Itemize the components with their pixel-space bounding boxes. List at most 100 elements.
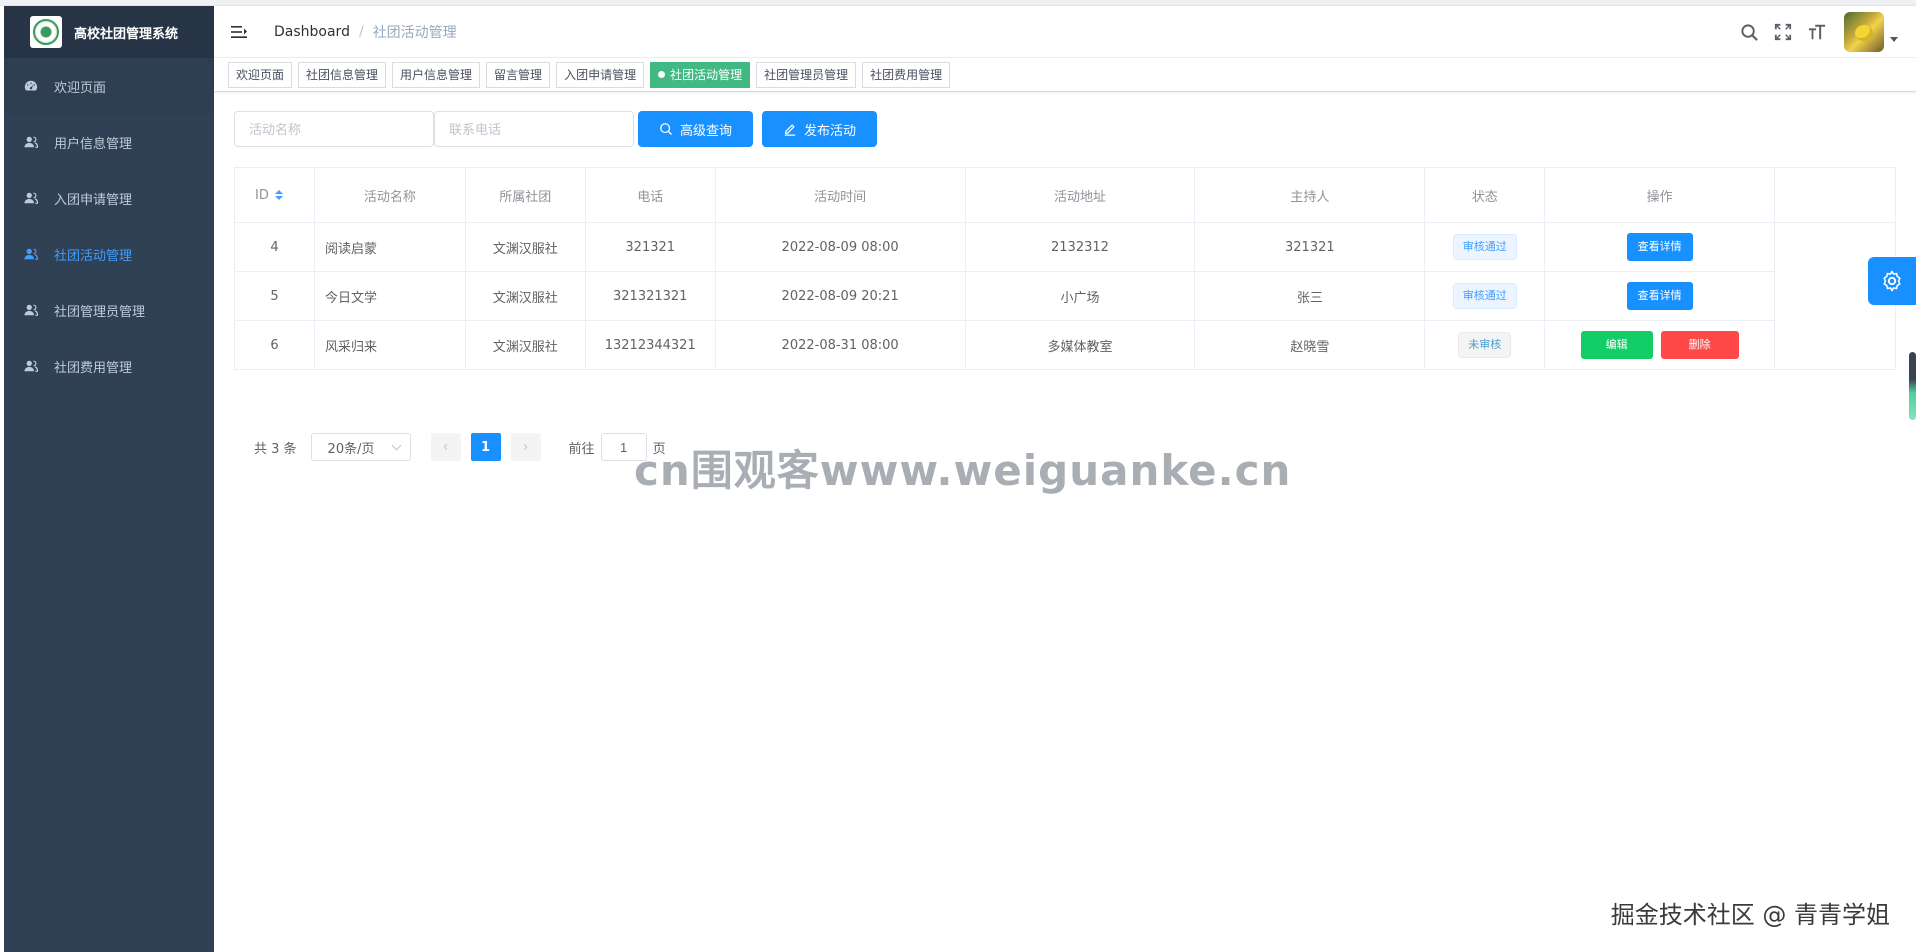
goto-page-input[interactable] bbox=[600, 433, 647, 461]
next-page-button[interactable]: › bbox=[510, 433, 541, 461]
cell-name: 阅读启蒙 bbox=[313, 222, 466, 272]
tag-fees[interactable]: 社团费用管理 bbox=[862, 61, 951, 88]
user-icon bbox=[24, 135, 38, 149]
column-header-status: 状态 bbox=[1424, 167, 1546, 223]
column-header-host: 主持人 bbox=[1194, 167, 1426, 223]
tag-welcome[interactable]: 欢迎页面 bbox=[228, 61, 293, 88]
dashboard-icon bbox=[24, 79, 38, 93]
navbar: Dashboard / 社团活动管理 bbox=[214, 6, 1916, 58]
sidebar-item-label: 用户信息管理 bbox=[54, 136, 133, 152]
cell-club: 文渊汉服社 bbox=[464, 222, 586, 272]
tag-applications[interactable]: 入团申请管理 bbox=[556, 61, 645, 88]
table-row: 4 阅读启蒙 文渊汉服社 321321 2022-08-09 08:00 213… bbox=[234, 222, 1896, 272]
status-badge: 审核通过 bbox=[1452, 234, 1517, 260]
font-size-icon[interactable] bbox=[1806, 21, 1828, 43]
tag-label: 社团活动管理 bbox=[670, 67, 743, 82]
app-title: 高校社团管理系统 bbox=[74, 26, 179, 42]
filter-toolbar: 高级查询 发布活动 bbox=[234, 111, 878, 147]
fullscreen-icon[interactable] bbox=[1772, 21, 1794, 43]
sort-icon[interactable] bbox=[274, 190, 283, 200]
page-size-value: 20条/页 bbox=[327, 441, 375, 457]
table-row: 6 风采归来 文渊汉服社 13212344321 2022-08-31 08:0… bbox=[234, 320, 1896, 370]
activities-table: ID 活动名称 所属社团 电话 活动时间 活动地址 主持人 状态 操作 4 阅读… bbox=[234, 167, 1896, 370]
sidebar-item-activities[interactable]: 社团活动管理 bbox=[4, 226, 214, 282]
column-header-address: 活动地址 bbox=[964, 167, 1196, 223]
goto-page: 前往 页 bbox=[569, 433, 666, 461]
sidebar-item-users[interactable]: 用户信息管理 bbox=[4, 114, 214, 170]
cell-id: 6 bbox=[234, 320, 315, 370]
avatar[interactable] bbox=[1844, 12, 1884, 52]
cell-phone: 321321321 bbox=[584, 271, 716, 321]
breadcrumb-dashboard[interactable]: Dashboard bbox=[274, 24, 350, 40]
cell-club: 文渊汉服社 bbox=[464, 320, 586, 370]
sidebar-item-label: 社团费用管理 bbox=[54, 360, 133, 376]
table-gutter bbox=[1774, 167, 1896, 223]
edit-button[interactable]: 编辑 bbox=[1580, 331, 1653, 359]
breadcrumb-separator: / bbox=[358, 23, 364, 40]
table-header-row: ID 活动名称 所属社团 电话 活动时间 活动地址 主持人 状态 操作 bbox=[234, 167, 1896, 223]
tags-view: 欢迎页面 社团信息管理 用户信息管理 留言管理 入团申请管理 社团活动管理 社团… bbox=[214, 58, 1916, 92]
tag-user-info[interactable]: 用户信息管理 bbox=[392, 61, 481, 88]
cell-host: 张三 bbox=[1194, 271, 1426, 321]
settings-button[interactable] bbox=[1868, 257, 1916, 305]
tag-activities[interactable]: 社团活动管理 bbox=[650, 61, 751, 88]
status-badge: 未审核 bbox=[1458, 332, 1512, 358]
cell-actions: 查看详情 bbox=[1544, 271, 1776, 321]
tag-messages[interactable]: 留言管理 bbox=[486, 61, 551, 88]
goto-prefix: 前往 bbox=[568, 441, 595, 457]
breadcrumb-current: 社团活动管理 bbox=[372, 24, 457, 41]
chevron-down-icon bbox=[391, 440, 401, 450]
cell-status: 未审核 bbox=[1424, 320, 1546, 370]
cell-id: 5 bbox=[234, 271, 315, 321]
page-size-select[interactable]: 20条/页 bbox=[310, 433, 411, 461]
sidebar: 高校社团管理系统 欢迎页面 用户信息管理 入团申请管理 社团活动管理 社团管理员… bbox=[4, 6, 214, 952]
brand: 高校社团管理系统 bbox=[4, 6, 214, 58]
publish-activity-label: 发布活动 bbox=[804, 122, 857, 138]
column-header-id[interactable]: ID bbox=[234, 167, 315, 223]
sidebar-item-fees[interactable]: 社团费用管理 bbox=[4, 338, 214, 394]
sidebar-item-admins[interactable]: 社团管理员管理 bbox=[4, 282, 214, 338]
hamburger-icon[interactable] bbox=[230, 23, 248, 41]
sidebar-item-label: 社团管理员管理 bbox=[54, 304, 146, 320]
footer-watermark: 掘金技术社区 @ 青青学姐 bbox=[1610, 901, 1890, 929]
status-badge: 审核通过 bbox=[1452, 283, 1517, 309]
cell-status: 审核通过 bbox=[1424, 222, 1546, 272]
app-logo bbox=[30, 16, 62, 48]
cell-host: 321321 bbox=[1194, 222, 1426, 272]
phone-input[interactable] bbox=[434, 111, 634, 147]
page-number-button[interactable]: 1 bbox=[470, 433, 501, 461]
user-icon bbox=[24, 359, 38, 373]
scrollbar[interactable] bbox=[1909, 352, 1916, 420]
search-icon bbox=[660, 123, 672, 135]
cell-time: 2022-08-31 08:00 bbox=[714, 320, 966, 370]
header-tools bbox=[1738, 6, 1916, 58]
sidebar-item-label: 欢迎页面 bbox=[54, 80, 107, 96]
cell-address: 小广场 bbox=[964, 271, 1196, 321]
active-dot-icon bbox=[658, 71, 666, 78]
chevron-down-icon[interactable] bbox=[1890, 36, 1898, 42]
sidebar-item-label: 入团申请管理 bbox=[54, 192, 133, 208]
sidebar-item-welcome[interactable]: 欢迎页面 bbox=[4, 58, 214, 114]
cell-time: 2022-08-09 08:00 bbox=[714, 222, 966, 272]
pagination: 共 3 条 20条/页 ‹ 1 › 前往 页 bbox=[254, 433, 666, 461]
activity-name-input[interactable] bbox=[234, 111, 434, 147]
cell-address: 2132312 bbox=[964, 222, 1196, 272]
tag-admins[interactable]: 社团管理员管理 bbox=[756, 61, 857, 88]
advanced-search-button[interactable]: 高级查询 bbox=[638, 111, 754, 147]
cell-address: 多媒体教室 bbox=[964, 320, 1196, 370]
column-header-time: 活动时间 bbox=[714, 167, 966, 223]
tag-club-info[interactable]: 社团信息管理 bbox=[298, 61, 387, 88]
cell-status: 审核通过 bbox=[1424, 271, 1546, 321]
view-details-button[interactable]: 查看详情 bbox=[1626, 233, 1693, 261]
sidebar-item-label: 社团活动管理 bbox=[54, 248, 133, 264]
search-icon[interactable] bbox=[1738, 21, 1760, 43]
user-icon bbox=[24, 247, 38, 261]
prev-page-button[interactable]: ‹ bbox=[430, 433, 461, 461]
column-header-actions: 操作 bbox=[1544, 167, 1776, 223]
cell-phone: 321321 bbox=[584, 222, 716, 272]
publish-activity-button[interactable]: 发布活动 bbox=[762, 111, 878, 147]
advanced-search-label: 高级查询 bbox=[680, 122, 733, 138]
sidebar-item-applications[interactable]: 入团申请管理 bbox=[4, 170, 214, 226]
view-details-button[interactable]: 查看详情 bbox=[1626, 282, 1693, 310]
delete-button[interactable]: 删除 bbox=[1660, 331, 1739, 359]
